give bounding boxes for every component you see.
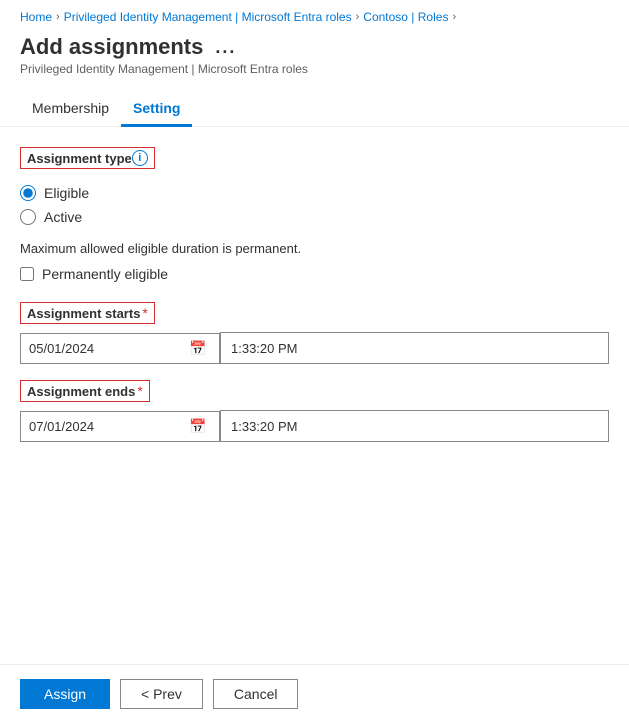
assignment-type-label-box: Assignment type i xyxy=(20,147,155,169)
breadcrumb-sep-2: › xyxy=(356,11,360,23)
page-header: Add assignments ... Privileged Identity … xyxy=(0,30,629,80)
permanently-eligible-checkbox[interactable]: Permanently eligible xyxy=(20,266,609,282)
radio-eligible[interactable]: Eligible xyxy=(20,185,609,201)
assignment-ends-row: 📅 xyxy=(20,410,609,442)
breadcrumb-home[interactable]: Home xyxy=(20,10,52,24)
assignment-ends-required: * xyxy=(137,383,142,399)
assignment-starts-time-input[interactable] xyxy=(220,332,609,364)
assignment-ends-calendar-icon[interactable]: 📅 xyxy=(181,412,214,441)
assignment-ends-section: Assignment ends * 📅 xyxy=(20,380,609,442)
breadcrumb-roles[interactable]: Contoso | Roles xyxy=(363,10,448,24)
assignment-starts-label: Assignment starts xyxy=(27,306,140,321)
breadcrumb-pim[interactable]: Privileged Identity Management | Microso… xyxy=(64,10,352,24)
footer: Assign < Prev Cancel xyxy=(0,664,629,723)
radio-eligible-input[interactable] xyxy=(20,185,36,201)
assignment-starts-date-wrapper: 📅 xyxy=(20,333,220,364)
assignment-starts-label-box: Assignment starts * xyxy=(20,302,155,324)
assignment-ends-date-input[interactable] xyxy=(21,413,181,440)
assignment-type-label: Assignment type i xyxy=(20,147,609,177)
assignment-starts-required: * xyxy=(142,305,147,321)
radio-eligible-label: Eligible xyxy=(44,185,89,201)
cancel-button[interactable]: Cancel xyxy=(213,679,299,709)
permanently-eligible-input[interactable] xyxy=(20,267,34,281)
assignment-starts-date-input[interactable] xyxy=(21,335,181,362)
assign-button[interactable]: Assign xyxy=(20,679,110,709)
assignment-starts-calendar-icon[interactable]: 📅 xyxy=(181,334,214,363)
info-text: Maximum allowed eligible duration is per… xyxy=(20,241,609,256)
tab-membership[interactable]: Membership xyxy=(20,90,121,127)
assignment-ends-label: Assignment ends xyxy=(27,384,135,399)
assignment-type-options: Eligible Active xyxy=(20,185,609,225)
page-title-text: Add assignments xyxy=(20,34,203,60)
radio-active-label: Active xyxy=(44,209,82,225)
tab-setting[interactable]: Setting xyxy=(121,90,192,127)
assignment-type-info-icon[interactable]: i xyxy=(132,150,148,166)
tabs-bar: Membership Setting xyxy=(0,90,629,127)
breadcrumb: Home › Privileged Identity Management | … xyxy=(0,0,629,30)
ellipsis-button[interactable]: ... xyxy=(211,36,240,58)
assignment-ends-label-box: Assignment ends * xyxy=(20,380,150,402)
assignment-ends-date-wrapper: 📅 xyxy=(20,411,220,442)
breadcrumb-sep-1: › xyxy=(56,11,60,23)
assignment-type-label-text: Assignment type xyxy=(27,151,132,166)
assignment-type-section: Assignment type i Eligible Active xyxy=(20,147,609,225)
assignment-starts-section: Assignment starts * 📅 xyxy=(20,302,609,364)
permanently-eligible-label: Permanently eligible xyxy=(42,266,168,282)
breadcrumb-sep-3: › xyxy=(452,11,456,23)
prev-button[interactable]: < Prev xyxy=(120,679,203,709)
assignment-starts-row: 📅 xyxy=(20,332,609,364)
assignment-ends-time-input[interactable] xyxy=(220,410,609,442)
radio-active-input[interactable] xyxy=(20,209,36,225)
page-subtitle: Privileged Identity Management | Microso… xyxy=(20,62,609,76)
radio-active[interactable]: Active xyxy=(20,209,609,225)
main-content: Assignment type i Eligible Active Maximu… xyxy=(0,127,629,478)
